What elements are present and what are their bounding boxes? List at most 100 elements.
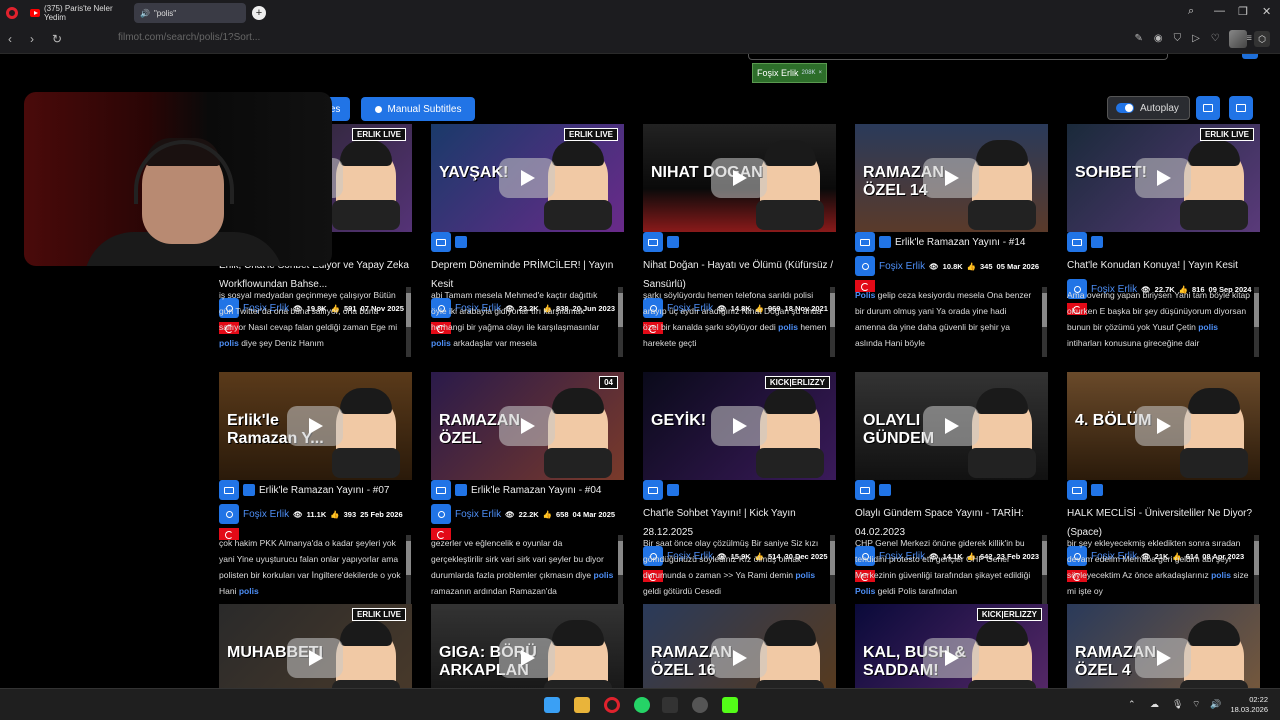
new-tab-button[interactable]: + xyxy=(252,6,266,20)
play-button-icon[interactable] xyxy=(711,158,767,198)
volume-icon[interactable]: 🔊 xyxy=(1210,699,1221,710)
search-channel-icon[interactable] xyxy=(431,504,451,524)
play-button-icon[interactable] xyxy=(923,406,979,446)
youtube-link-icon[interactable] xyxy=(243,484,255,496)
result-card[interactable]: ERLIK LIVE SOHBET! Chat'le Konudan Konuya!… xyxy=(1067,124,1260,364)
video-title[interactable]: Erlik'le Ramazan Yayını - #14 xyxy=(895,233,1026,252)
keyword-link[interactable]: Polis xyxy=(855,290,875,300)
result-card[interactable]: ERLIK LIVE YAVŞAK! Deprem Döneminde PRİMCİ… xyxy=(431,124,624,364)
keyword-link[interactable]: polis xyxy=(431,338,451,348)
monitor-icon[interactable] xyxy=(219,480,239,500)
snippet-scrollbar[interactable] xyxy=(1254,535,1259,605)
video-thumbnail[interactable]: OLAYLI GÜNDEM xyxy=(855,372,1048,480)
result-card[interactable]: 4. BÖLÜM HALK MECLİSİ - Üniversiteliler N… xyxy=(1067,372,1260,612)
video-thumbnail[interactable]: ERLIK LIVE YAVŞAK! xyxy=(431,124,624,232)
keyword-link[interactable]: polis xyxy=(594,570,614,580)
video-title[interactable]: Erlik'le Ramazan Yayını - #04 xyxy=(471,481,602,500)
monitor-icon[interactable] xyxy=(855,232,875,252)
youtube-link-icon[interactable] xyxy=(455,484,467,496)
channel-link[interactable]: Foşix Erlik xyxy=(455,505,501,524)
play-button-icon[interactable] xyxy=(499,638,555,678)
video-thumbnail[interactable]: 4. BÖLÜM xyxy=(1067,372,1260,480)
maximize-button[interactable]: ❐ xyxy=(1238,5,1248,18)
play-button-icon[interactable] xyxy=(711,406,767,446)
youtube-link-icon[interactable] xyxy=(1091,484,1103,496)
result-card[interactable]: ERLIK LIVE MUHABBETI xyxy=(219,604,412,688)
menu-icon[interactable]: ≡ xyxy=(1246,33,1252,44)
camera-icon[interactable]: ◉ xyxy=(1154,33,1163,44)
keyword-link[interactable]: Polis xyxy=(855,586,875,596)
snippet-scrollbar[interactable] xyxy=(406,535,411,605)
play-button-icon[interactable] xyxy=(923,638,979,678)
monitor-icon[interactable] xyxy=(643,232,663,252)
terminal-icon[interactable] xyxy=(662,697,678,713)
close-button[interactable]: ✕ xyxy=(1262,5,1271,18)
monitor-icon[interactable] xyxy=(1067,232,1087,252)
heart-icon[interactable]: ♡ xyxy=(1211,33,1220,44)
channel-filter-chip[interactable]: Foşix Erlik 208K × xyxy=(752,63,828,83)
keyword-link[interactable]: polis xyxy=(239,586,259,596)
youtube-link-icon[interactable] xyxy=(879,236,891,248)
snippet-scrollbar[interactable] xyxy=(618,287,623,357)
play-button-icon[interactable] xyxy=(1135,638,1191,678)
snippet-scrollbar[interactable] xyxy=(830,535,835,605)
forward-icon[interactable]: › xyxy=(30,32,34,46)
channel-link[interactable]: Foşix Erlik xyxy=(879,257,925,276)
microphone-icon[interactable]: 🎙 xyxy=(1172,699,1183,710)
system-clock[interactable]: 02:22 18.03.2026 xyxy=(1230,695,1268,715)
video-title[interactable]: Chat'le Konudan Konuya! | Yayın Kesit xyxy=(1067,256,1238,275)
video-thumbnail[interactable]: GIGA: BÖRÜ ARKAPLAN xyxy=(431,604,624,688)
chip-close-icon[interactable]: × xyxy=(819,70,823,76)
channel-link[interactable]: Foşix Erlik xyxy=(243,505,289,524)
result-card[interactable]: NIHAT DOGAN Nihat Doğan - Hayatı ve Ölümü… xyxy=(643,124,836,364)
edit-icon[interactable]: ✎ xyxy=(1134,33,1142,44)
video-thumbnail[interactable]: KICK|ERLIZZY KAL, BUSH & SADDAM! xyxy=(855,604,1048,688)
result-card[interactable]: RAMAZAN ÖZEL 14 Erlik'le Ramazan Yayını -… xyxy=(855,124,1048,364)
back-icon[interactable]: ‹ xyxy=(8,32,12,46)
result-card[interactable]: Erlik'le Ramazan Y... Erlik'le Ramazan Ya… xyxy=(219,372,412,612)
snippet-scrollbar[interactable] xyxy=(406,287,411,357)
search-channel-icon[interactable] xyxy=(855,256,875,276)
chevron-up-icon[interactable]: ⌃ xyxy=(1128,699,1136,710)
video-thumbnail[interactable]: ERLIK LIVE MUHABBETI xyxy=(219,604,412,688)
tv-view-button[interactable] xyxy=(1229,96,1253,120)
search-box[interactable] xyxy=(748,54,1168,60)
result-card[interactable]: GIGA: BÖRÜ ARKAPLAN xyxy=(431,604,624,688)
result-card[interactable]: RAMAZAN ÖZEL 4 xyxy=(1067,604,1260,688)
result-card[interactable]: KICK|ERLIZZY KAL, BUSH & SADDAM! xyxy=(855,604,1048,688)
monitor-icon[interactable] xyxy=(643,480,663,500)
youtube-link-icon[interactable] xyxy=(667,484,679,496)
play-button-icon[interactable] xyxy=(499,406,555,446)
video-thumbnail[interactable]: Erlik'le Ramazan Y... xyxy=(219,372,412,480)
file-explorer-icon[interactable] xyxy=(574,697,590,713)
snippet-scrollbar[interactable] xyxy=(1042,287,1047,357)
shield-icon[interactable]: ⛉ xyxy=(1174,33,1182,44)
video-thumbnail[interactable]: KICK|ERLIZZY GEYİK! xyxy=(643,372,836,480)
autoplay-toggle[interactable]: Autoplay xyxy=(1107,96,1190,120)
video-title[interactable]: Erlik'le Ramazan Yayını - #07 xyxy=(259,481,390,500)
keyword-link[interactable]: polis xyxy=(1198,322,1218,332)
play-button-icon[interactable] xyxy=(499,158,555,198)
play-button-icon[interactable] xyxy=(1135,158,1191,198)
result-card[interactable]: 04 RAMAZAN ÖZEL Erlik'le Ramazan Yayını - … xyxy=(431,372,624,612)
tab-polis[interactable]: 🔊 "polis" xyxy=(134,3,246,23)
keyword-link[interactable]: polis xyxy=(1211,570,1231,580)
play-icon[interactable]: ▷ xyxy=(1192,33,1200,44)
monitor-icon[interactable] xyxy=(431,232,451,252)
whatsapp-icon[interactable] xyxy=(634,697,650,713)
result-card[interactable]: OLAYLI GÜNDEM Olaylı Gündem Space Yayını … xyxy=(855,372,1048,612)
obs-icon[interactable] xyxy=(692,697,708,713)
keyword-link[interactable]: polis xyxy=(795,570,815,580)
play-button-icon[interactable] xyxy=(923,158,979,198)
search-button[interactable] xyxy=(1242,54,1258,59)
minimize-button[interactable]: — xyxy=(1214,5,1225,17)
snippet-scrollbar[interactable] xyxy=(618,535,623,605)
start-icon[interactable] xyxy=(544,697,560,713)
youtube-link-icon[interactable] xyxy=(1091,236,1103,248)
youtube-link-icon[interactable] xyxy=(879,484,891,496)
snippet-scrollbar[interactable] xyxy=(1042,535,1047,605)
video-thumbnail[interactable]: RAMAZAN ÖZEL 16 xyxy=(643,604,836,688)
opera-icon[interactable] xyxy=(604,697,620,713)
result-card[interactable]: RAMAZAN ÖZEL 16 xyxy=(643,604,836,688)
play-button-icon[interactable] xyxy=(287,406,343,446)
